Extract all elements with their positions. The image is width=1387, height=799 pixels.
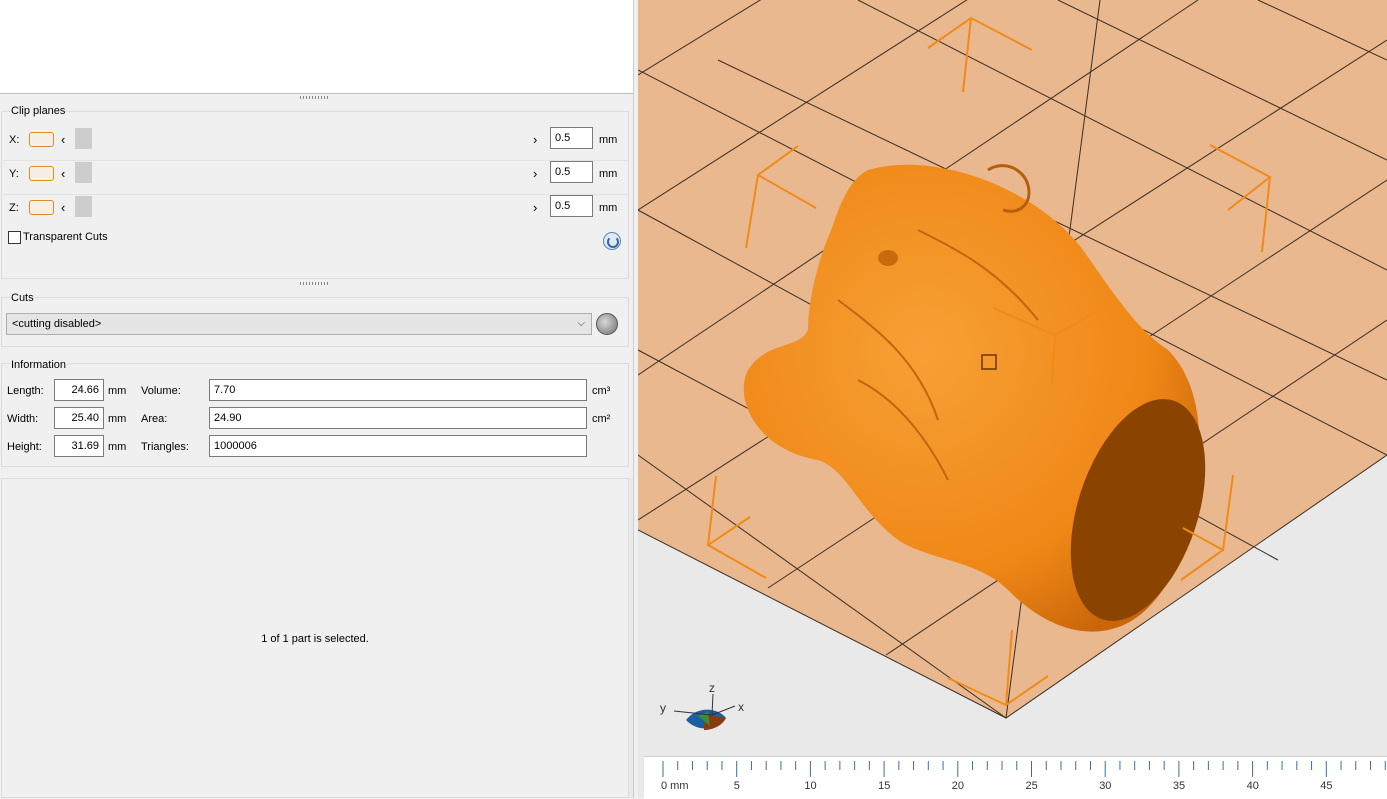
ruler-label: 10 <box>804 780 816 792</box>
clip-unit: mm <box>599 202 618 214</box>
panel-splitter-grip[interactable] <box>300 96 330 99</box>
ruler-label: 25 <box>1026 780 1038 792</box>
3d-viewport[interactable]: z x y <box>638 0 1387 798</box>
reset-icon[interactable] <box>603 232 621 250</box>
cuts-title: Cuts <box>10 292 35 304</box>
slider-thumb[interactable] <box>75 196 92 217</box>
clip-slider-z[interactable] <box>73 192 545 221</box>
ruler-label: 0 mm <box>661 780 689 792</box>
axis-gizmo[interactable]: z x y <box>660 681 744 730</box>
slider-thumb[interactable] <box>75 162 92 183</box>
width-unit: mm <box>108 413 127 425</box>
clip-toggle-y[interactable] <box>29 166 54 181</box>
ruler-scale: 0 mm 5 10 15 20 25 30 35 40 45 <box>661 761 1386 792</box>
cuts-select[interactable]: <cutting disabled> ⌵ <box>6 313 592 335</box>
chevron-right-icon[interactable]: › <box>533 132 537 147</box>
clip-axis-label: Y: <box>9 168 19 180</box>
triangles-value: 1000006 <box>209 435 587 457</box>
panel-splitter-grip[interactable] <box>300 282 330 285</box>
clip-axis-label: Z: <box>9 202 19 214</box>
clip-toggle-x[interactable] <box>29 132 54 147</box>
clip-slider-y[interactable] <box>73 158 545 187</box>
part-list-area[interactable] <box>0 0 634 94</box>
length-label: Length: <box>7 385 44 397</box>
clip-value-z[interactable]: 0.5 <box>550 195 593 217</box>
axis-label-y: y <box>660 701 666 715</box>
height-label: Height: <box>7 441 42 453</box>
volume-label: Volume: <box>141 385 181 397</box>
ruler-label: 5 <box>734 780 740 792</box>
clip-row-z: Z: ‹ › 0.5 mm <box>3 192 629 225</box>
clip-row-y: Y: ‹ › 0.5 mm <box>3 158 629 191</box>
height-value: 31.69 <box>54 435 104 457</box>
selection-message: 1 of 1 part is selected. <box>261 633 369 645</box>
ruler-label: 35 <box>1173 780 1185 792</box>
chevron-left-icon[interactable]: ‹ <box>61 200 65 215</box>
clip-toggle-z[interactable] <box>29 200 54 215</box>
clip-row-x: X: ‹ › 0.5 mm <box>3 124 629 157</box>
width-value: 25.40 <box>54 407 104 429</box>
height-unit: mm <box>108 441 127 453</box>
clip-value-y[interactable]: 0.5 <box>550 161 593 183</box>
clip-unit: mm <box>599 134 618 146</box>
clip-planes-group: Clip planes X: ‹ › 0.5 mm Y: ‹ › 0.5 mm … <box>1 105 629 279</box>
slider-thumb[interactable] <box>75 128 92 149</box>
properties-panel: Clip planes X: ‹ › 0.5 mm Y: ‹ › 0.5 mm … <box>0 0 636 798</box>
chevron-left-icon[interactable]: ‹ <box>61 132 65 147</box>
axis-label-x: x <box>738 700 744 714</box>
ruler-label: 40 <box>1247 780 1259 792</box>
clip-planes-title: Clip planes <box>10 105 67 117</box>
information-title: Information <box>10 359 68 371</box>
length-value: 24.66 <box>54 379 104 401</box>
volume-unit: cm³ <box>592 385 611 397</box>
selection-panel: 1 of 1 part is selected. <box>1 478 629 798</box>
scene-canvas[interactable]: z x y <box>638 0 1387 798</box>
clip-unit: mm <box>599 168 618 180</box>
axis-label-z: z <box>709 681 715 695</box>
ruler-label: 45 <box>1320 780 1332 792</box>
transparent-cuts-label: Transparent Cuts <box>23 231 108 243</box>
clip-slider-x[interactable] <box>73 124 545 153</box>
width-label: Width: <box>7 413 39 425</box>
chevron-right-icon[interactable]: › <box>533 200 537 215</box>
chevron-down-icon: ⌵ <box>577 318 585 329</box>
cut-tool-icon[interactable] <box>596 313 618 335</box>
transparent-cuts-checkbox[interactable] <box>8 231 21 244</box>
length-unit: mm <box>108 385 127 397</box>
area-unit: cm² <box>592 413 611 425</box>
ruler-label: 30 <box>1099 780 1111 792</box>
area-label: Area: <box>141 413 168 425</box>
measurement-ruler: 0 mm 5 10 15 20 25 30 35 40 45 <box>644 756 1387 799</box>
clip-value-x[interactable]: 0.5 <box>550 127 593 149</box>
ruler-label: 20 <box>952 780 964 792</box>
chevron-left-icon[interactable]: ‹ <box>61 166 65 181</box>
area-value: 24.90 <box>209 407 587 429</box>
triangles-label: Triangles: <box>141 441 189 453</box>
ruler-label: 15 <box>878 780 890 792</box>
volume-value: 7.70 <box>209 379 587 401</box>
cuts-select-value: <cutting disabled> <box>12 318 102 330</box>
clip-axis-label: X: <box>9 134 20 146</box>
chevron-right-icon[interactable]: › <box>533 166 537 181</box>
